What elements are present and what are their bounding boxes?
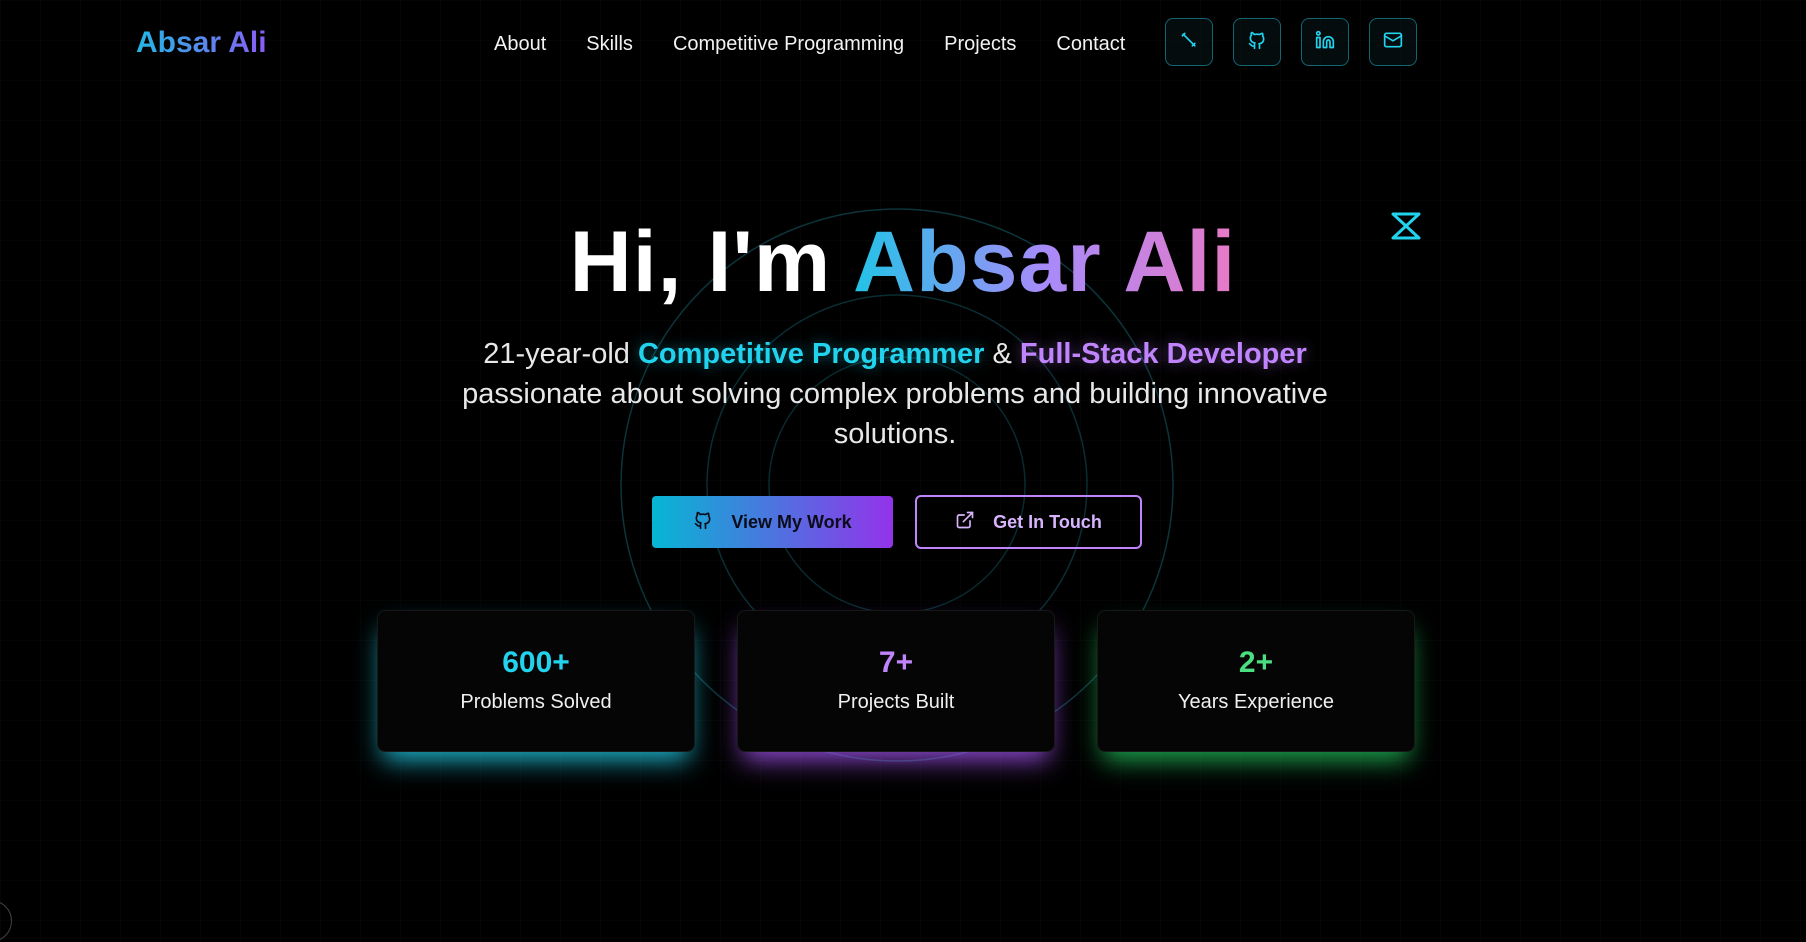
nav-links: About Skills Competitive Programming Pro… [494,32,1125,56]
view-my-work-label: View My Work [731,511,852,532]
stat-value: 2+ [1238,646,1274,679]
stat-card-problems: 600+ Problems Solved [377,610,695,752]
stat-value: 7+ [878,646,914,679]
top-nav: Absar Ali About Skills Competitive Progr… [0,0,1806,86]
code-link-button[interactable] [1165,18,1213,66]
nav-link-contact[interactable]: Contact [1056,32,1125,56]
hero-sub-prefix: 21-year-old [483,338,638,370]
linkedin-link-button[interactable] [1301,18,1349,66]
stat-card-experience: 2+ Years Experience [1097,610,1415,752]
hero-role-fullstack: Full-Stack Developer [1019,338,1307,370]
stat-value: 600+ [502,646,570,679]
brand-logo[interactable]: Absar Ali [136,26,267,60]
hero-role-competitive: Competitive Programmer [637,338,985,370]
hero-name: Absar Ali [852,214,1237,310]
stat-card-projects: 7+ Projects Built [737,610,1055,752]
external-link-icon [955,510,975,535]
view-my-work-button[interactable]: View My Work [652,496,893,548]
scroll-indicator[interactable] [0,900,12,942]
stat-label: Problems Solved [460,691,612,713]
github-icon [693,510,713,535]
github-link-button[interactable] [1233,18,1281,66]
stat-label: Years Experience [1177,691,1335,713]
code-icon [1179,30,1199,55]
mail-link-button[interactable] [1369,18,1417,66]
get-in-touch-button[interactable]: Get In Touch [915,495,1142,549]
hero-sub-rest: passionate about solving complex problem… [462,378,1328,450]
nav-link-projects[interactable]: Projects [944,32,1016,56]
stat-label: Projects Built [837,691,955,713]
hero-title: Hi, I'm Absar Ali [0,212,1806,312]
hero-subtitle: 21-year-old Competitive Programmer & Ful… [430,334,1360,454]
linkedin-icon [1315,30,1335,55]
hero-connector: & [984,338,1020,370]
social-icons [1165,18,1417,66]
page: Absar Ali About Skills Competitive Progr… [0,0,1806,942]
nav-link-competitive-programming[interactable]: Competitive Programming [673,32,904,56]
mail-icon [1383,30,1403,55]
github-icon [1247,30,1267,55]
hero-greeting: Hi, I'm [569,214,853,310]
nav-link-about[interactable]: About [494,32,546,56]
get-in-touch-label: Get In Touch [993,511,1102,532]
nav-link-skills[interactable]: Skills [586,32,633,56]
